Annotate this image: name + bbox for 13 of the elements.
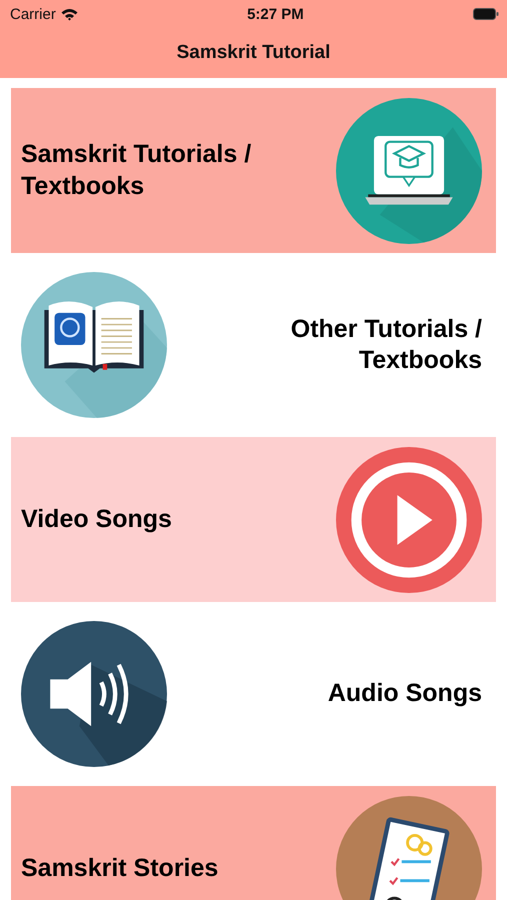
speaker-icon xyxy=(21,621,167,767)
menu-item[interactable]: Video Songs xyxy=(11,437,496,602)
clock-time: 5:27 PM xyxy=(247,6,304,22)
wifi-icon xyxy=(60,8,78,20)
menu-item[interactable]: Samskrit Tutorials / Textbooks xyxy=(11,88,496,253)
play-icon xyxy=(336,446,482,592)
carrier-label: Carrier xyxy=(10,6,56,22)
battery-icon xyxy=(472,8,499,20)
menu-item[interactable]: Samskrit Stories xyxy=(11,786,496,900)
laptop-graduation-cap-icon xyxy=(336,98,482,244)
clipboard-checklist-icon xyxy=(336,796,482,900)
open-book-icon xyxy=(21,272,167,418)
nav-title: Samskrit Tutorial xyxy=(176,42,330,64)
